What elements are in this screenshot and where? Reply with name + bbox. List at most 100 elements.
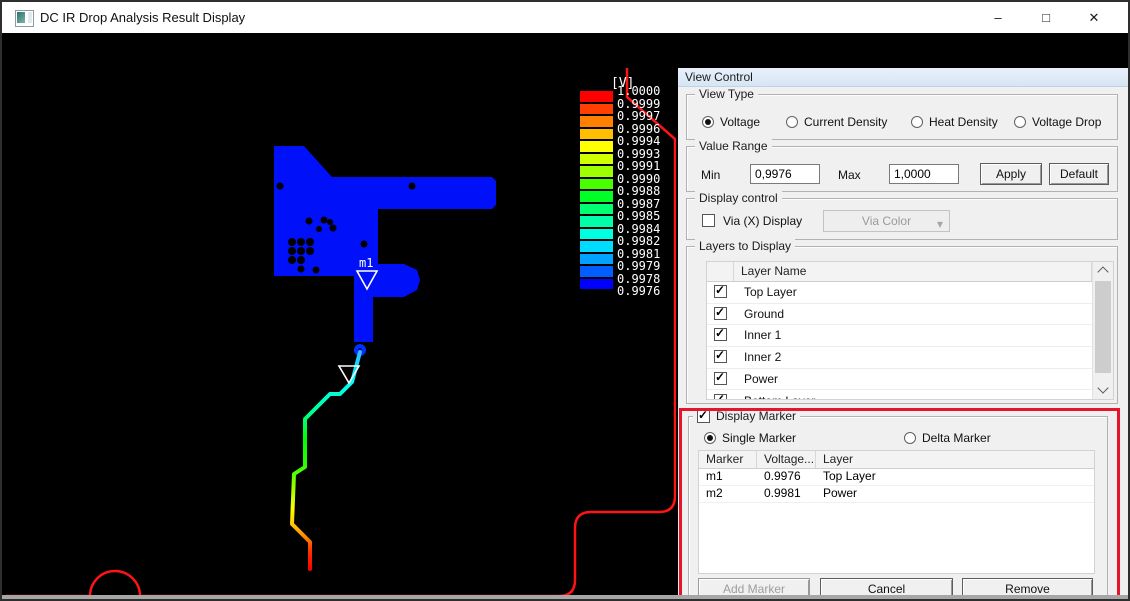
min-label: Min [701, 168, 720, 182]
legend-swatch [580, 279, 613, 290]
ir-drop-plot: m1 [6, 68, 676, 601]
layer-row[interactable]: ✓ Ground [707, 303, 1113, 326]
legend-value: 0.9997 [617, 110, 672, 122]
display-marker-group: ✓ Display Marker Single Marker Delta Mar… [688, 416, 1108, 601]
view-type-group: View Type Voltage Current Density Heat D… [686, 94, 1118, 140]
layer-checkbox[interactable]: ✓ [714, 285, 727, 298]
layer-name: Bottom Layer [744, 394, 815, 401]
marker-table-header: Marker Voltage... Layer [699, 451, 1094, 469]
legend-swatch [580, 129, 613, 140]
radio-heat-density-label[interactable]: Heat Density [929, 115, 998, 129]
legend-value: 0.9988 [617, 185, 672, 197]
layer-name: Power [744, 372, 778, 386]
legend-swatch [580, 166, 613, 177]
min-input[interactable] [750, 164, 820, 184]
marker-id: m1 [706, 469, 723, 483]
legend-swatch [580, 216, 613, 227]
color-scale-legend: [V] 1.0000 0.9999 0.9997 0.9996 0.9994 0… [580, 68, 676, 308]
legend-value: 0.9982 [617, 235, 672, 247]
close-button[interactable]: ✕ [1070, 2, 1118, 33]
layer-checkbox[interactable]: ✓ [714, 328, 727, 341]
radio-voltage-label[interactable]: Voltage [720, 115, 760, 129]
marker-voltage: 0.9976 [764, 469, 801, 483]
pcb-canvas[interactable]: m1 [6, 68, 676, 601]
layer-checkbox[interactable]: ✓ [714, 394, 727, 401]
radio-voltage[interactable] [702, 116, 714, 128]
marker-table: Marker Voltage... Layer m1 0.9976 Top La… [698, 450, 1095, 574]
marker-column-header: Marker [699, 451, 757, 468]
via-color-dropdown[interactable]: Via Color ▾ [823, 210, 950, 232]
legend-swatch [580, 266, 613, 277]
checkbox-column-header [707, 262, 734, 281]
marker-layer: Top Layer [823, 469, 876, 483]
value-range-label: Value Range [695, 139, 772, 153]
layer-row[interactable]: ✓ Inner 1 [707, 324, 1113, 347]
display-marker-checkbox[interactable]: ✓ [697, 410, 710, 423]
display-control-group: Display control ✓ Via (X) Display Via Co… [686, 198, 1118, 240]
view-control-panel: View Control View Type Voltage Current D… [678, 68, 1128, 601]
scrollbar-thumb[interactable] [1095, 281, 1111, 373]
apply-button[interactable]: Apply [980, 163, 1042, 185]
layer-checkbox[interactable]: ✓ [714, 350, 727, 363]
radio-single-marker[interactable] [704, 432, 716, 444]
single-marker-label[interactable]: Single Marker [722, 431, 796, 445]
scroll-up-icon[interactable] [1097, 266, 1108, 277]
legend-value: 0.9999 [617, 98, 672, 110]
legend-value: 0.9996 [617, 123, 672, 135]
radio-current-density[interactable] [786, 116, 798, 128]
legend-value: 0.9985 [617, 210, 672, 222]
max-label: Max [838, 168, 861, 182]
layers-scrollbar[interactable] [1092, 262, 1113, 399]
legend-value: 0.9984 [617, 223, 672, 235]
legend-value: 0.9981 [617, 248, 672, 260]
ir-drop-trace [292, 352, 360, 569]
marker-row[interactable]: m1 0.9976 Top Layer [699, 468, 1094, 486]
marker-layer: Power [823, 486, 857, 500]
scroll-down-icon[interactable] [1097, 382, 1108, 393]
app-window: DC IR Drop Analysis Result Display – □ ✕ [0, 0, 1130, 601]
radio-voltage-drop-label[interactable]: Voltage Drop [1032, 115, 1101, 129]
layer-row[interactable]: ✓ Inner 2 [707, 346, 1113, 369]
legend-swatch [580, 179, 613, 190]
legend-swatch [580, 191, 613, 202]
legend-value: 0.9987 [617, 198, 672, 210]
delta-marker-label[interactable]: Delta Marker [922, 431, 991, 445]
layer-checkbox[interactable]: ✓ [714, 307, 727, 320]
legend-swatch [580, 141, 613, 152]
legend-value: 0.9978 [617, 273, 672, 285]
board-outline [6, 68, 675, 596]
layer-checkbox[interactable]: ✓ [714, 372, 727, 385]
layer-row[interactable]: ✓ Top Layer [707, 281, 1113, 304]
legend-value: 0.9976 [617, 285, 672, 297]
legend-value: 0.9994 [617, 135, 672, 147]
radio-heat-density[interactable] [911, 116, 923, 128]
panel-header: View Control [678, 68, 1128, 87]
default-button[interactable]: Default [1049, 163, 1109, 185]
marker-m1-label: m1 [359, 256, 373, 270]
layers-list-header: Layer Name [707, 262, 1113, 282]
via-color-value: Via Color [862, 214, 911, 228]
legend-swatch [580, 254, 613, 265]
via-display-checkbox[interactable]: ✓ [702, 214, 715, 227]
layer-row[interactable]: ✓ Bottom Layer [707, 390, 1113, 401]
legend-swatch [580, 91, 613, 102]
layer-row[interactable]: ✓ Power [707, 368, 1113, 391]
display-marker-label[interactable]: Display Marker [716, 409, 796, 423]
minimize-button[interactable]: – [974, 2, 1022, 33]
legend-swatch [580, 154, 613, 165]
radio-current-density-label[interactable]: Current Density [804, 115, 887, 129]
legend-value: 0.9979 [617, 260, 672, 272]
chevron-down-icon: ▾ [937, 214, 943, 234]
legend-swatch [580, 104, 613, 115]
title-bar[interactable]: DC IR Drop Analysis Result Display – □ ✕ [2, 2, 1128, 33]
via-display-label[interactable]: Via (X) Display [723, 214, 802, 228]
radio-voltage-drop[interactable] [1014, 116, 1026, 128]
max-input[interactable] [889, 164, 959, 184]
layer-name: Top Layer [744, 285, 797, 299]
marker-row[interactable]: m2 0.9981 Power [699, 485, 1094, 503]
legend-value: 0.9993 [617, 148, 672, 160]
radio-delta-marker[interactable] [904, 432, 916, 444]
layer-name-column-header: Layer Name [734, 262, 1092, 281]
view-type-label: View Type [695, 87, 758, 101]
maximize-button[interactable]: □ [1022, 2, 1070, 33]
